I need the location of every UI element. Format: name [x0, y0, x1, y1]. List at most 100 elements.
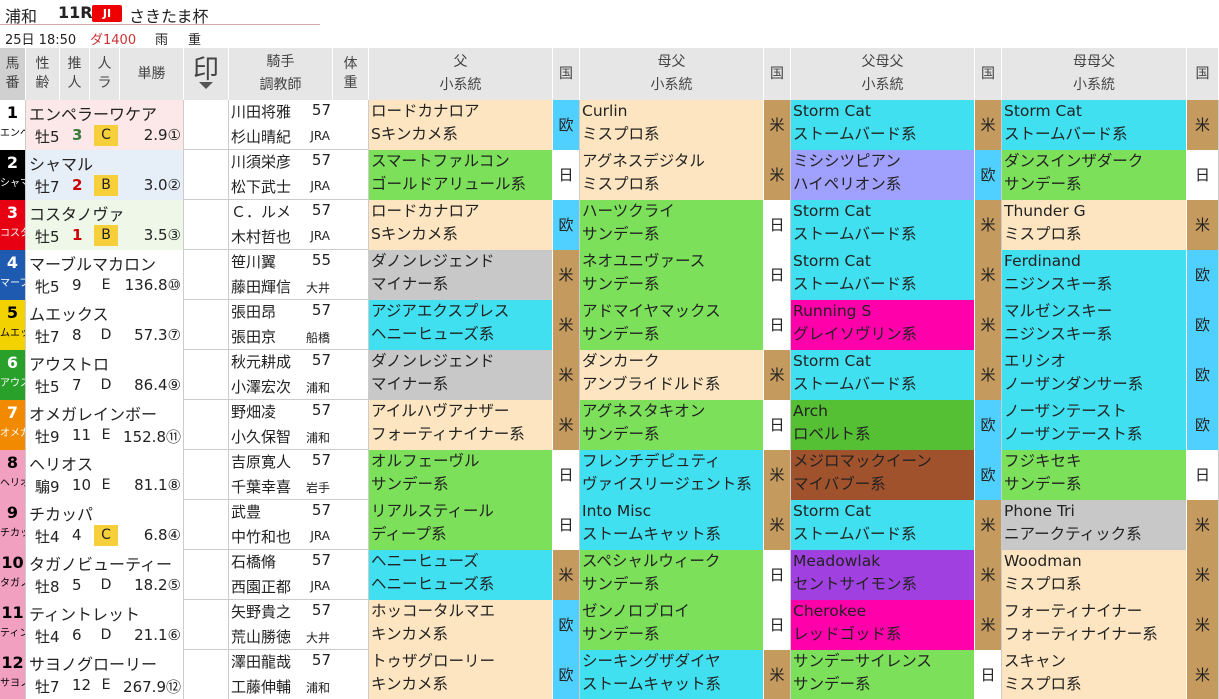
country-dams: 米 — [764, 350, 791, 400]
horse-cell: コスタノヴァ 牡5 1 B 3.5③ — [26, 200, 184, 250]
country-sds: 米 — [975, 250, 1002, 300]
horse-cell: サヨノグローリー 牡7 12 E 267.9⑫ — [26, 650, 184, 699]
carried-weight: 57 — [311, 551, 331, 569]
horse-cell: マーブルマカロン 牝5 9 E 136.8⑩ — [26, 250, 184, 300]
bloodline-sire: ダノンレジェンド マイナー系 — [369, 350, 553, 400]
table-row[interactable]: 5 ムエッムエックス牡7 8 D 57.3⑦ 張田昂 57 張田京 船橋 アジアエクスプレスヘニー… — [0, 300, 1219, 350]
table-row[interactable]: 2シャマシャマル牡72B3.0②川須栄彦57松下武士JRAスマートファルコンゴー… — [0, 150, 1219, 200]
popularity-rank: 1 — [72, 226, 83, 244]
trainer-name: 中竹和也 — [231, 528, 292, 546]
bloodline-sds: ミシシツピアン ハイペリオン系 — [791, 150, 975, 200]
jockey-cell: 張田昂 57 張田京 船橋 — [229, 300, 333, 350]
mark-cell[interactable] — [184, 550, 229, 600]
affiliation: JRA — [310, 179, 330, 193]
affiliation: JRA — [310, 579, 330, 593]
trainer-name: 小澤宏次 — [231, 378, 292, 396]
table-row[interactable]: 1 エンペエンペラーワケア牡5 3C 2.9① 川田将雅 57 杉山晴紀 JRA ロードカナロア… — [0, 100, 1219, 150]
table-row[interactable]: 11 ティン ティントレット 牡4 6 D 21.1⑥ 矢野貴之 57 荒山勝徳 大井 ホッコータルマ… — [0, 600, 1219, 650]
horse-number-value: 6 — [6, 353, 19, 372]
carried-weight: 57 — [311, 601, 331, 619]
bloodline-dds: Storm Cat ストームバード系 — [1002, 100, 1187, 150]
popularity-rank: 12 — [72, 676, 92, 694]
jockey-cell: 石橋脩 57 西園正都 JRA — [229, 550, 333, 600]
mark-cell[interactable] — [184, 150, 229, 200]
header-jockey-trainer: 騎手 調教師 — [229, 48, 333, 100]
affiliation: 浦和 — [305, 381, 330, 395]
country-dams: 日 — [764, 400, 791, 450]
carried-weight: 57 — [311, 151, 331, 169]
country-sire: 米 — [553, 550, 580, 600]
horse-abbr: アウス — [0, 378, 25, 389]
country-dams: 日 — [764, 600, 791, 650]
table-row[interactable]: 9 チカッチカッパ牡4 4C 6.8④ 武豊 57 中竹和也 JRA リアルスティールディープ系… — [0, 500, 1219, 550]
body-weight-cell — [333, 200, 369, 250]
sex-age: 牡8 — [35, 578, 60, 596]
eval-grade: E — [101, 477, 111, 493]
bloodline-dds: フォーティナイナー フォーティナイナー系 — [1002, 600, 1187, 650]
mark-cell[interactable] — [184, 300, 229, 350]
horse-name[interactable]: コスタノヴァ — [29, 201, 125, 225]
mark-cell[interactable] — [184, 400, 229, 450]
body-weight-cell — [333, 150, 369, 200]
horse-name[interactable]: チカッパ — [29, 501, 93, 525]
country-sds: 米 — [975, 550, 1002, 600]
grade-badge: JⅠ — [92, 5, 122, 22]
sex-age: 牝5 — [35, 278, 60, 296]
popularity-rank: 9 — [72, 276, 82, 294]
eval-grade: C — [94, 525, 118, 546]
table-row[interactable]: 12 サヨノサヨノグローリー牡7 12 E 267.9⑫ 澤田龍哉 57 工藤伸輔浦和 トゥザグ… — [0, 650, 1219, 699]
horse-number-value: 4 — [6, 253, 19, 272]
horse-name[interactable]: シャマル — [29, 151, 93, 175]
trainer-name: 張田京 — [231, 328, 277, 346]
trainer-name: 工藤伸輔 — [231, 678, 292, 696]
mark-cell[interactable] — [184, 450, 229, 500]
mark-cell[interactable] — [184, 100, 229, 150]
table-row[interactable]: 10 タガノタガノビューティー牡8 5 D 18.2⑤ 石橋脩 57 西園正都 JRA ヘニーヒュ… — [0, 550, 1219, 600]
sex-age: 牡4 — [35, 528, 60, 546]
horse-name[interactable]: オメガレインボー — [29, 401, 157, 425]
jockey-cell: 澤田龍哉 57 工藤伸輔 浦和 — [229, 650, 333, 699]
horse-name[interactable]: サヨノグローリー — [29, 651, 157, 675]
table-row[interactable]: 8 ヘリオヘリオス騸9 10 E 81.1⑧ 吉原寛人 57 千葉幸喜岩手 オルフェーヴルサンデ… — [0, 450, 1219, 500]
table-row[interactable]: 7 オメガオメガレインボー牡9 11 E 152.8⑪ 野畑凌 57 小久保智浦和 アイルハヴア… — [0, 400, 1219, 450]
body-weight-cell — [333, 450, 369, 500]
body-weight-cell — [333, 600, 369, 650]
horse-cell: チカッパ 牡4 4 C 6.8④ — [26, 500, 184, 550]
horse-name[interactable]: アウストロ — [29, 351, 109, 375]
bloodline-sire: ホッコータルマエ キンカメ系 — [369, 600, 553, 650]
horse-name[interactable]: タガノビューティー — [29, 551, 172, 575]
bloodline-sds: Storm Cat ストームバード系 — [791, 350, 975, 400]
course: ダ1400 — [90, 33, 137, 48]
mark-cell[interactable] — [184, 200, 229, 250]
horse-name[interactable]: ムエックス — [29, 301, 109, 325]
mark-cell[interactable] — [184, 350, 229, 400]
country-dams: 米 — [764, 650, 791, 699]
horse-name[interactable]: ヘリオス — [29, 451, 93, 475]
mark-cell[interactable] — [184, 250, 229, 300]
body-weight-cell — [333, 550, 369, 600]
bloodline-dams: シーキングザダイヤ ストームキャット系 — [580, 650, 764, 699]
body-weight-cell — [333, 300, 369, 350]
table-row[interactable]: 3 コスタコスタノヴァ牡5 1B 3.5③ Ｃ．ルメ 57 木村哲也 JRA ロードカナロアSキ… — [0, 200, 1219, 250]
mark-cell[interactable] — [184, 600, 229, 650]
country-sds: 米 — [975, 350, 1002, 400]
horse-name[interactable]: エンペラーワケア — [29, 101, 157, 125]
eval-grade: D — [100, 327, 112, 343]
jockey-cell: 笹川翼 55 藤田輝信 大井 — [229, 250, 333, 300]
jockey-name: 澤田龍哉 — [231, 653, 292, 671]
bloodline-sire: アジアエクスプレス ヘニーヒューズ系 — [369, 300, 553, 350]
affiliation: JRA — [310, 129, 330, 143]
horse-name[interactable]: ティントレット — [29, 601, 140, 625]
sex-age: 牡5 — [35, 228, 60, 246]
mark-cell[interactable] — [184, 500, 229, 550]
body-weight-cell — [333, 650, 369, 699]
mark-cell[interactable] — [184, 650, 229, 699]
table-row[interactable]: 6 アウスアウストロ牡5 7 D 86.4⑨ 秋元耕成 57 小澤宏次浦和 ダノンレジェンドマイ… — [0, 350, 1219, 400]
horse-name[interactable]: マーブルマカロン — [29, 251, 156, 275]
carried-weight: 57 — [311, 201, 331, 219]
sort-triangle-icon[interactable] — [199, 82, 213, 89]
country-sire: 米 — [553, 350, 580, 400]
table-row[interactable]: 4 マーブ マーブルマカロン 牝5 9 E 136.8⑩ 笹川翼 55 藤田輝信 大井 ダノンレジェン… — [0, 250, 1219, 300]
affiliation: JRA — [310, 529, 330, 543]
country-dams: 米 — [764, 100, 791, 150]
